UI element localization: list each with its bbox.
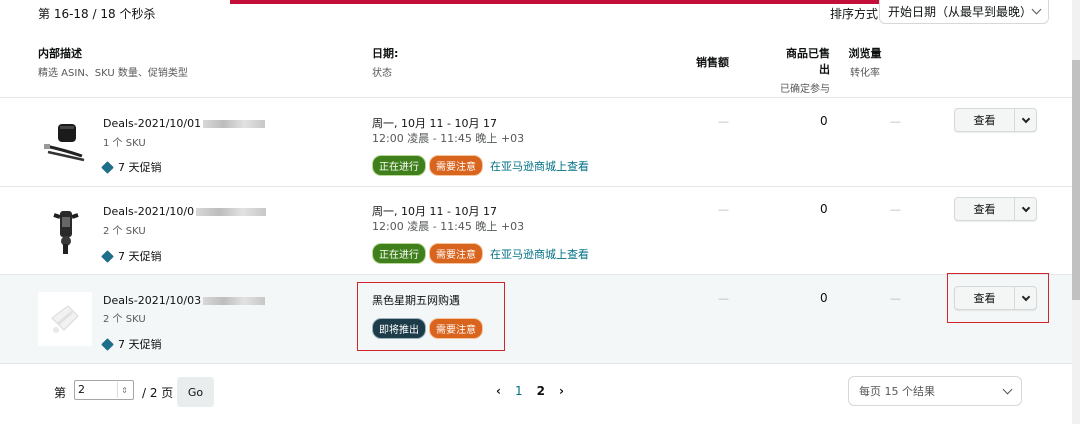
col-description-title: 内部描述 — [38, 47, 82, 60]
highlight-box — [947, 273, 1049, 323]
view-button[interactable]: 查看 — [955, 198, 1015, 220]
scrollbar-thumb[interactable] — [1072, 60, 1080, 300]
deal-name: Deals-2021/10/01 — [103, 117, 266, 130]
view-button-group: 查看 — [954, 197, 1037, 221]
deal-name: Deals-2021/10/03 — [103, 294, 266, 307]
promo-label: 7 天促销 — [118, 338, 162, 351]
promo-label: 7 天促销 — [118, 250, 162, 263]
more-actions-dropdown[interactable] — [1015, 109, 1036, 131]
table-header: 内部描述 精选 ASIN、SKU 数量、促销类型 日期: 状态 销售额 商品已售… — [0, 38, 1080, 98]
result-count: 第 16-18 / 18 个秒杀 — [38, 7, 156, 21]
sold-value: 0 — [820, 114, 828, 128]
sort-select[interactable]: 开始日期（从最早到最晚） — [879, 0, 1049, 24]
views-value: — — [890, 115, 901, 128]
col-description: 内部描述 精选 ASIN、SKU 数量、促销类型 — [38, 45, 188, 79]
col-sales-title: 销售额 — [696, 56, 729, 69]
sold-value: 0 — [820, 291, 828, 305]
col-description-sub: 精选 ASIN、SKU 数量、促销类型 — [38, 68, 188, 79]
status-badges: 正在进行 需要注意 在亚马逊商城上查看 — [372, 243, 589, 264]
views-value: — — [890, 292, 901, 305]
highlight-box — [357, 282, 505, 351]
product-thumbnail — [38, 292, 92, 346]
col-views-sub: 转化率 — [850, 68, 880, 79]
status-badges: 正在进行 需要注意 在亚马逊商城上查看 — [372, 155, 589, 176]
sort-select-value: 开始日期（从最早到最晚） — [888, 5, 1033, 19]
page-total: / 2 页 — [142, 386, 174, 400]
deal-name: Deals-2021/10/0 — [103, 205, 267, 218]
promo-type: 7 天促销 — [101, 336, 162, 352]
page-stepper[interactable]: ⇕ — [117, 382, 131, 398]
table-row[interactable]: Deals-2021/10/01 1 个 SKU 7 天促销 周一, 10月 1… — [0, 98, 1080, 187]
next-page-icon[interactable]: › — [559, 384, 564, 398]
product-thumbnail — [53, 211, 79, 254]
pager: ‹ 1 2 › — [496, 384, 564, 398]
col-sold-title: 商品已售出 — [786, 47, 830, 76]
top-accent-bar — [230, 0, 960, 4]
page-prefix: 第 — [54, 386, 67, 400]
chevron-down-icon — [1021, 114, 1030, 123]
view-on-amazon-link[interactable]: 在亚马逊商城上查看 — [490, 246, 589, 262]
sold-value: 0 — [820, 202, 828, 216]
table-row[interactable]: Deals-2021/10/03 2 个 SKU 7 天促销 黑色星期五网购遇 … — [0, 273, 1080, 364]
table-row[interactable]: Deals-2021/10/0 2 个 SKU 7 天促销 周一, 10月 11… — [0, 187, 1080, 275]
sales-value: — — [718, 115, 729, 128]
col-sales: 销售额 — [696, 54, 729, 70]
col-date-sub: 状态 — [372, 68, 392, 79]
scrollbar[interactable] — [1072, 0, 1080, 424]
chevron-down-icon — [1021, 203, 1030, 212]
status-badge-attention: 需要注意 — [429, 243, 483, 264]
product-thumbnail — [44, 124, 85, 162]
promo-label: 7 天促销 — [118, 161, 162, 174]
tag-icon — [101, 249, 114, 263]
promo-type: 7 天促销 — [101, 159, 162, 175]
prev-page-icon[interactable]: ‹ — [496, 384, 501, 398]
page-link-current[interactable]: 2 — [537, 384, 545, 398]
per-page-select[interactable]: 每页 15 个结果 — [848, 376, 1022, 406]
views-value: — — [890, 203, 901, 216]
promo-type: 7 天促销 — [101, 248, 162, 264]
sales-value: — — [718, 203, 729, 216]
col-sold-sub: 已确定参与 — [780, 84, 830, 95]
view-button-group: 查看 — [954, 108, 1037, 132]
tag-icon — [101, 160, 114, 174]
date-range: 周一, 10月 11 - 10月 17 — [372, 205, 497, 218]
more-actions-dropdown[interactable] — [1015, 198, 1036, 220]
col-sold: 商品已售出 已确定参与 — [776, 45, 830, 95]
sku-count: 1 个 SKU — [103, 138, 146, 149]
time-range: 12:00 凌晨 - 11:45 晚上 +03 — [372, 220, 525, 233]
col-views: 浏览量 转化率 — [842, 45, 888, 79]
page-link-1[interactable]: 1 — [515, 384, 523, 398]
sort-label: 排序方式 — [830, 7, 879, 21]
pagination-footer: 第 2 ⇕ / 2 页 Go ‹ 1 2 › 每页 15 个结果 — [0, 364, 1080, 424]
col-views-title: 浏览量 — [848, 47, 882, 60]
tag-icon — [101, 337, 114, 351]
go-button[interactable]: Go — [177, 377, 214, 407]
date-range: 周一, 10月 11 - 10月 17 — [372, 117, 497, 130]
chevron-down-icon — [1031, 4, 1042, 15]
view-on-amazon-link[interactable]: 在亚马逊商城上查看 — [490, 158, 589, 174]
status-badge-attention: 需要注意 — [429, 155, 483, 176]
sku-count: 2 个 SKU — [103, 226, 146, 237]
col-date-title: 日期: — [372, 47, 399, 60]
status-badge-active: 正在进行 — [372, 155, 426, 176]
col-date: 日期: 状态 — [372, 45, 398, 79]
per-page-value: 每页 15 个结果 — [859, 385, 935, 398]
time-range: 12:00 凌晨 - 11:45 晚上 +03 — [372, 132, 525, 145]
status-badge-active: 正在进行 — [372, 243, 426, 264]
view-button[interactable]: 查看 — [955, 109, 1015, 131]
sku-count: 2 个 SKU — [103, 314, 146, 325]
chevron-down-icon — [1002, 384, 1013, 394]
sales-value: — — [718, 292, 729, 305]
